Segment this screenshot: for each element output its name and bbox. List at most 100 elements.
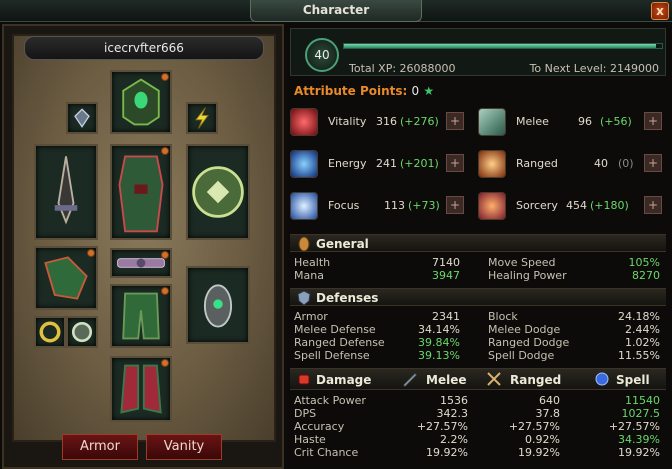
stat-value: 34.14% (418, 323, 460, 336)
fist-icon (298, 374, 310, 385)
spell-value: 19.92% (618, 446, 660, 459)
attribute-sorcery: Sorcery 454 (+180) + (478, 192, 664, 220)
defense-row: Spell Defense 39.13% Spell Dodge 11.55% (294, 349, 664, 362)
stats-panel: 40 Total XP: 26088000 To Next Level: 214… (288, 24, 672, 469)
attribute-value: 40 (594, 157, 608, 170)
attribute-bonus: (+73) (408, 199, 440, 212)
ranged-value: 19.92% (518, 446, 560, 459)
gloves-slot[interactable] (34, 246, 98, 310)
defenses-header: Defenses (290, 288, 666, 306)
attribute-ranged: Ranged 40 (0) + (478, 150, 664, 178)
damage-row: Crit Chance 19.92% 19.92% 19.92% (294, 446, 664, 459)
offhand-slot[interactable] (186, 266, 250, 344)
stat-label: Spell Defense (294, 349, 370, 362)
attribute-value: 241 (376, 157, 397, 170)
helmet-icon (122, 78, 160, 126)
melee-value: 19.92% (426, 446, 468, 459)
attribute-value: 316 (376, 115, 397, 128)
attribute-value: 113 (384, 199, 405, 212)
spell-value: +27.57% (608, 420, 660, 433)
energy-icon (290, 150, 318, 178)
attribute-bonus: (+276) (400, 115, 439, 128)
stat-label: Haste (294, 433, 326, 446)
general-row: Mana 3947 Healing Power 8270 (294, 269, 664, 282)
sorcery-icon (478, 192, 506, 220)
title-bar: Character x (0, 0, 672, 22)
ring-slot-1[interactable] (34, 316, 66, 348)
stat-value: 8270 (632, 269, 660, 282)
increase-focus-button[interactable]: + (446, 196, 464, 214)
attribute-bonus: (0) (618, 157, 634, 170)
weapon-slot[interactable] (34, 144, 98, 240)
melee-value: 1536 (440, 394, 468, 407)
damage-row: Attack Power 1536 640 11540 (294, 394, 664, 407)
belt-slot[interactable] (110, 248, 172, 278)
close-button[interactable]: x (651, 2, 669, 20)
stat-value: 2.44% (625, 323, 660, 336)
stat-value: 11.55% (618, 349, 660, 362)
pendant-icon (203, 284, 233, 328)
boots-slot[interactable] (110, 356, 172, 422)
ring-icon (71, 321, 93, 343)
ring-slot-2[interactable] (66, 316, 98, 348)
melee-value: +27.57% (416, 420, 468, 433)
stat-label: Move Speed (488, 256, 556, 269)
xp-progress-bar (343, 43, 663, 49)
spell-orb-icon (595, 372, 609, 386)
spell-value: 34.39% (618, 433, 660, 446)
lightning-icon (194, 107, 209, 129)
attribute-label: Energy (328, 157, 367, 170)
spell-value: 1027.5 (621, 407, 661, 420)
chest-slot[interactable] (110, 144, 172, 240)
attribute-bonus: (+180) (590, 199, 629, 212)
shield-icon (192, 166, 244, 218)
damage-header: Damage Melee Ranged Spell (290, 368, 666, 390)
attribute-energy: Energy 241 (+201) + (290, 150, 466, 178)
stat-label: Accuracy (294, 420, 345, 433)
increase-ranged-button[interactable]: + (644, 154, 662, 172)
helmet-slot[interactable] (110, 70, 172, 134)
melee-icon (478, 108, 506, 136)
stat-label: Mana (294, 269, 324, 282)
melee-column-title: Melee (426, 373, 467, 387)
level-badge: 40 (305, 38, 339, 72)
stat-value: 39.84% (418, 336, 460, 349)
ranged-value: 640 (539, 394, 560, 407)
stat-label: Attack Power (294, 394, 366, 407)
section-title: Damage (316, 373, 372, 387)
attribute-label: Focus (328, 199, 360, 212)
damage-row: DPS 342.3 37.8 1027.5 (294, 407, 664, 420)
section-title: Defenses (316, 291, 379, 305)
stat-label: Health (294, 256, 331, 269)
vitality-icon (290, 108, 318, 136)
stat-value: 24.18% (618, 310, 660, 323)
general-header: General (290, 234, 666, 252)
next-level-xp: To Next Level: 2149000 (529, 62, 659, 75)
vanity-tab-button[interactable]: Vanity (146, 434, 222, 460)
stat-label: Healing Power (488, 269, 567, 282)
increase-melee-button[interactable]: + (644, 112, 662, 130)
section-title: General (316, 237, 369, 251)
spell-column-title: Spell (616, 373, 650, 387)
shield-slot[interactable] (186, 144, 250, 240)
boots-icon (120, 364, 162, 414)
level-box: 40 Total XP: 26088000 To Next Level: 214… (290, 28, 666, 76)
stat-label: Block (488, 310, 518, 323)
dagger-icon (54, 156, 78, 225)
upgrade-badge (161, 147, 169, 155)
armor-tab-button[interactable]: Armor (62, 434, 138, 460)
legs-slot[interactable] (110, 284, 172, 348)
amulet-icon (74, 108, 90, 128)
general-icon (298, 236, 310, 252)
stat-value: 7140 (432, 256, 460, 269)
attribute-points: Attribute Points: 0 ★ (294, 84, 434, 98)
upgrade-badge (161, 287, 169, 295)
focus-icon (290, 192, 318, 220)
increase-sorcery-button[interactable]: + (644, 196, 662, 214)
increase-vitality-button[interactable]: + (446, 112, 464, 130)
amulet-slot[interactable] (66, 102, 98, 134)
damage-row: Accuracy +27.57% +27.57% +27.57% (294, 420, 664, 433)
trinket-slot[interactable] (186, 102, 218, 134)
character-name: icecrvfter666 (24, 36, 264, 60)
increase-energy-button[interactable]: + (446, 154, 464, 172)
